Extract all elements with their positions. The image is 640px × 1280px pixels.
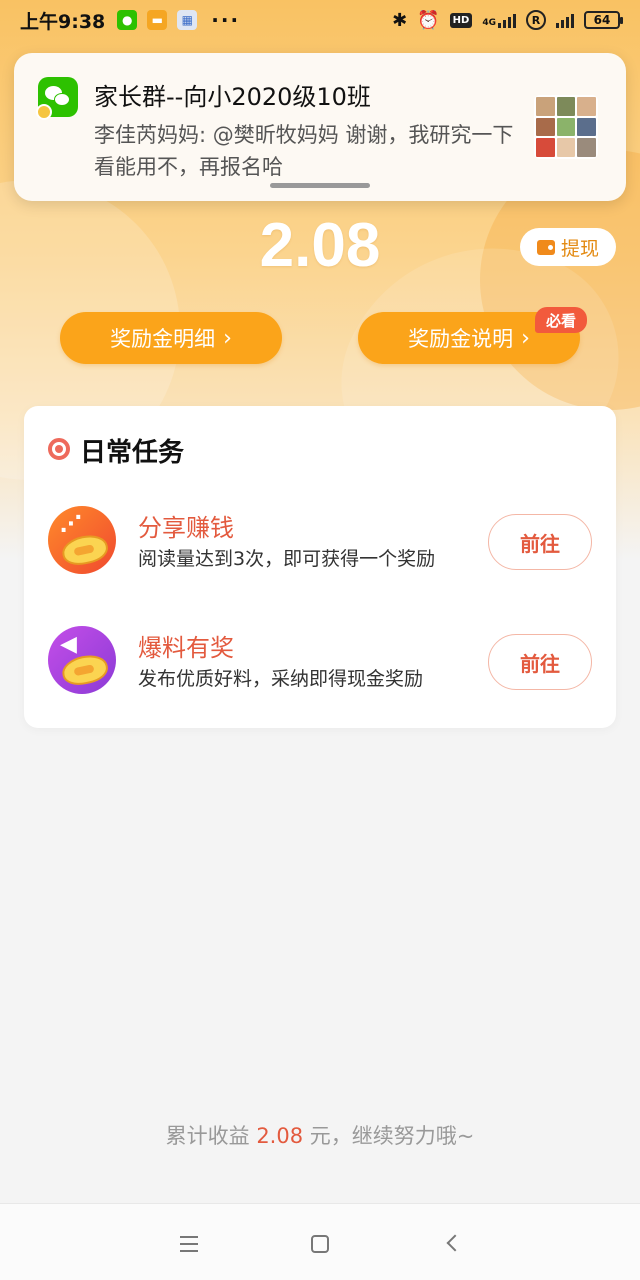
go-button[interactable]: 前往 [488, 634, 592, 690]
task-name: 分享赚钱 [138, 514, 234, 542]
chevron-right-icon: › [223, 325, 232, 351]
hd-icon: HD [449, 12, 473, 28]
task-name: 爆料有奖 [138, 634, 234, 662]
megaphone-icon: ◀ [48, 626, 116, 694]
battery-icon: 64 [584, 11, 623, 29]
back-icon[interactable] [434, 1224, 474, 1264]
home-icon[interactable] [300, 1224, 340, 1264]
wechat-icon [36, 77, 78, 120]
notification-title: 家长群--向小2020级10班 [94, 83, 371, 111]
files-notification-icon: ▬ [147, 10, 168, 30]
status-time: 上午9:38 [20, 10, 106, 33]
go-button[interactable]: 前往 [488, 514, 592, 570]
signal-4g-icon: 4G [482, 12, 516, 28]
wechat-notification[interactable]: 家长群--向小2020级10班 李佳芮妈妈: @樊昕牧妈妈 谢谢，我研究一下看能… [14, 53, 626, 201]
task-desc: 阅读量达到3次，即可获得一个奖励 [138, 548, 436, 570]
calendar-notification-icon: ▦ [177, 10, 198, 30]
reward-detail-label: 奖励金明细 [110, 327, 216, 351]
chevron-right-icon: › [521, 325, 530, 351]
notification-handle[interactable] [270, 183, 370, 188]
bluetooth-icon: ✱ [392, 9, 408, 31]
reward-explain-label: 奖励金说明 [408, 327, 514, 351]
notification-body: 李佳芮妈妈: @樊昕牧妈妈 谢谢，我研究一下看能用不，再报名哈 [94, 123, 514, 179]
wallet-icon [536, 239, 555, 255]
section-dot-icon [48, 438, 70, 460]
task-item-share: ⋰ 分享赚钱 阅读量达到3次，即可获得一个奖励 前往 [24, 504, 616, 584]
status-right-icons: ✱ ⏰ HD 4G R 64 [392, 9, 623, 31]
menu-icon[interactable] [168, 1224, 208, 1264]
reward-detail-button[interactable]: 奖励金明细 › [60, 312, 282, 364]
alarm-icon: ⏰ [417, 9, 440, 31]
total-earnings-note: 累计收益 2.08 元，继续努力哦~ [0, 1120, 640, 1150]
withdraw-button[interactable]: 提现 [520, 228, 616, 266]
signal-icon [556, 12, 574, 28]
wechat-notification-icon: ● [117, 10, 138, 30]
status-bar: 上午9:38 ● ▬ ▦ ··· ✱ ⏰ HD 4G R 64 [0, 0, 640, 40]
must-read-badge: 必看 [535, 307, 587, 333]
network-type: 4G [482, 18, 496, 28]
earnings-suffix: 元，继续努力哦~ [303, 1124, 475, 1148]
task-item-tipoff: ◀ 爆料有奖 发布优质好料，采纳即得现金奖励 前往 [24, 624, 616, 704]
section-title: 日常任务 [80, 438, 185, 468]
earnings-amount: 2.08 [256, 1124, 304, 1148]
earnings-prefix: 累计收益 [165, 1124, 257, 1148]
group-avatar [534, 95, 598, 159]
registered-icon: R [526, 10, 546, 30]
more-notifications-icon: ··· [211, 8, 241, 32]
share-icon: ⋰ [48, 506, 116, 574]
withdraw-label: 提现 [560, 237, 599, 260]
task-desc: 发布优质好料，采纳即得现金奖励 [138, 668, 424, 690]
system-nav-bar [0, 1203, 640, 1280]
daily-tasks-card: 日常任务 ⋰ 分享赚钱 阅读量达到3次，即可获得一个奖励 前往 ◀ 爆料有奖 发… [24, 406, 616, 728]
